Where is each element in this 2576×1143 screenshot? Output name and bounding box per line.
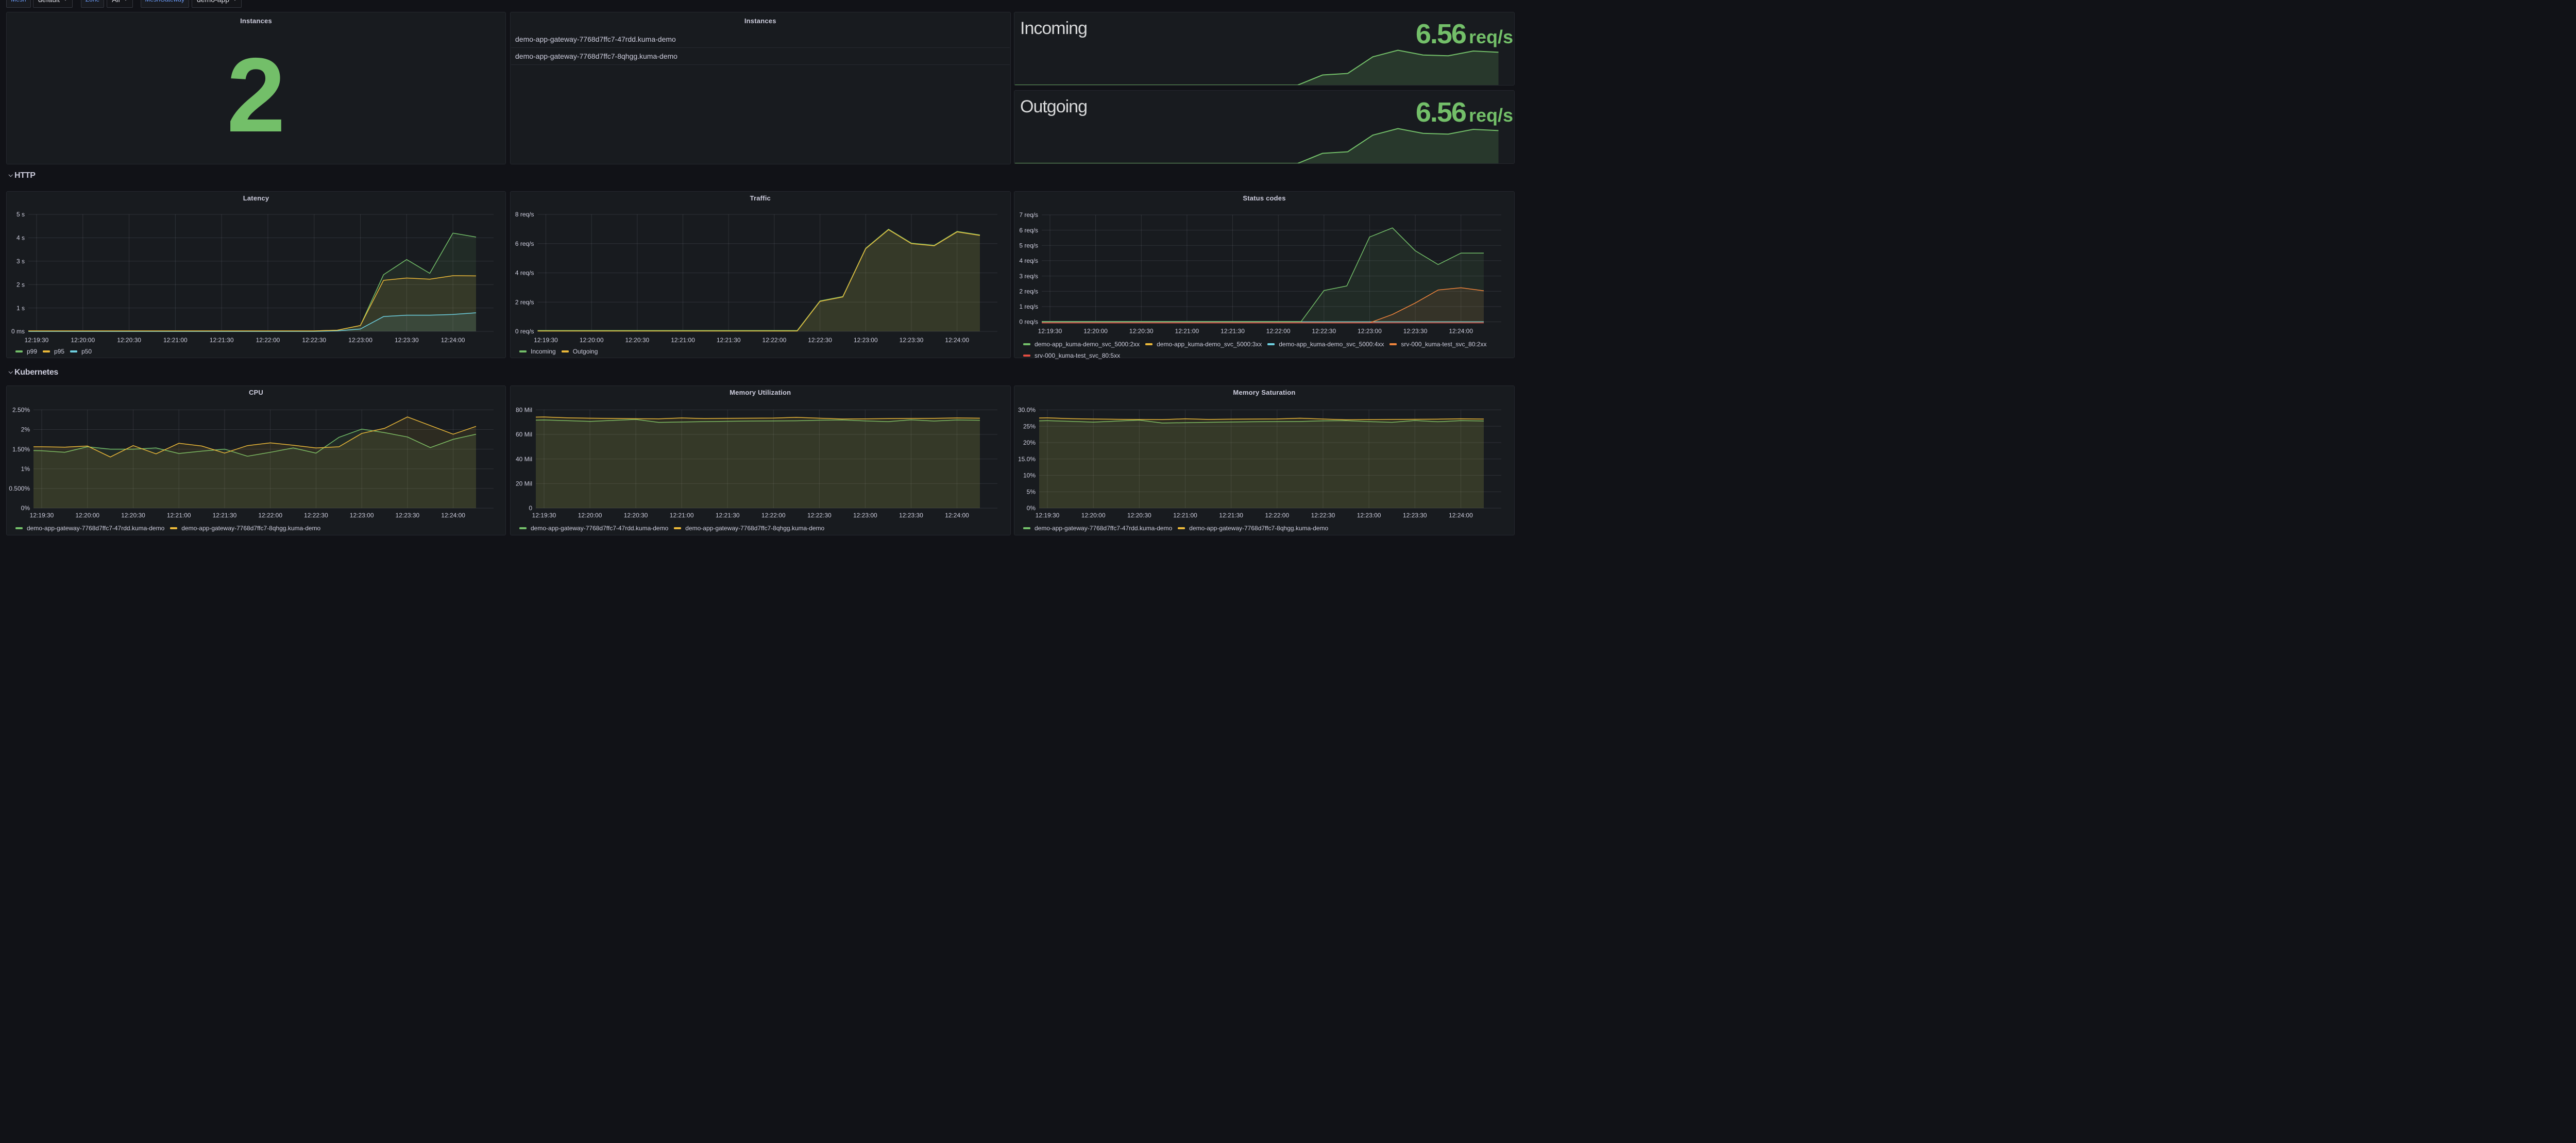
svg-text:12:24:00: 12:24:00 [1449,328,1473,335]
svg-text:12:22:30: 12:22:30 [1311,512,1335,519]
svg-text:2%: 2% [21,426,30,433]
svg-text:25%: 25% [1023,423,1036,430]
svg-text:4 req/s: 4 req/s [1019,257,1038,264]
svg-text:3 s: 3 s [16,258,25,265]
svg-text:1.50%: 1.50% [12,445,30,452]
svg-text:12:23:30: 12:23:30 [1403,328,1428,335]
svg-text:12:21:30: 12:21:30 [1219,512,1243,519]
svg-text:0 ms: 0 ms [11,328,25,335]
svg-text:12:23:30: 12:23:30 [395,337,419,344]
svg-text:12:20:00: 12:20:00 [578,512,602,519]
svg-text:12:21:00: 12:21:00 [1173,512,1197,519]
svg-text:60 Mil: 60 Mil [516,431,532,438]
svg-text:12:20:00: 12:20:00 [580,337,604,344]
svg-text:2 s: 2 s [16,281,25,288]
svg-text:12:22:00: 12:22:00 [1265,512,1289,519]
svg-text:12:24:00: 12:24:00 [945,512,969,519]
svg-text:20%: 20% [1023,439,1036,446]
svg-text:12:23:30: 12:23:30 [899,512,923,519]
svg-text:0%: 0% [21,505,30,512]
svg-text:12:20:30: 12:20:30 [1129,328,1154,335]
svg-text:12:22:30: 12:22:30 [304,512,328,519]
svg-text:12:19:30: 12:19:30 [30,512,54,519]
svg-text:12:22:30: 12:22:30 [808,337,832,344]
svg-text:15.0%: 15.0% [1018,455,1036,462]
svg-text:12:21:30: 12:21:30 [716,512,740,519]
svg-text:2 req/s: 2 req/s [515,298,534,306]
svg-text:7 req/s: 7 req/s [1019,211,1038,218]
svg-text:12:20:30: 12:20:30 [625,337,650,344]
svg-text:12:21:00: 12:21:00 [670,512,694,519]
svg-text:5 s: 5 s [16,211,25,218]
svg-text:12:22:30: 12:22:30 [302,337,326,344]
svg-text:3 req/s: 3 req/s [1019,273,1038,280]
svg-text:0%: 0% [1027,505,1036,512]
svg-text:0.500%: 0.500% [9,485,30,492]
svg-text:1 s: 1 s [16,305,25,312]
svg-text:12:20:00: 12:20:00 [1081,512,1106,519]
svg-text:12:20:30: 12:20:30 [117,337,141,344]
svg-text:20 Mil: 20 Mil [516,480,532,487]
svg-text:4 s: 4 s [16,234,25,242]
svg-text:12:24:00: 12:24:00 [1449,512,1473,519]
svg-text:12:19:30: 12:19:30 [1036,512,1060,519]
svg-text:12:23:00: 12:23:00 [350,512,374,519]
svg-text:1%: 1% [21,465,30,472]
svg-text:12:23:00: 12:23:00 [854,337,878,344]
svg-text:5%: 5% [1027,488,1036,495]
svg-text:10%: 10% [1023,472,1036,479]
svg-text:12:23:30: 12:23:30 [1403,512,1427,519]
svg-text:12:23:00: 12:23:00 [853,512,877,519]
svg-text:12:21:00: 12:21:00 [167,512,191,519]
svg-text:6 req/s: 6 req/s [1019,227,1038,234]
svg-text:12:19:30: 12:19:30 [534,337,558,344]
svg-text:12:22:00: 12:22:00 [761,512,786,519]
svg-text:40 Mil: 40 Mil [516,455,532,462]
svg-text:12:22:30: 12:22:30 [807,512,832,519]
svg-text:4 req/s: 4 req/s [515,270,534,277]
svg-text:12:23:00: 12:23:00 [348,337,372,344]
svg-text:12:19:30: 12:19:30 [532,512,556,519]
svg-text:12:20:30: 12:20:30 [121,512,145,519]
svg-text:12:24:00: 12:24:00 [441,337,465,344]
svg-text:5 req/s: 5 req/s [1019,242,1038,249]
svg-text:12:22:00: 12:22:00 [256,337,280,344]
svg-text:12:23:30: 12:23:30 [396,512,420,519]
svg-text:12:20:00: 12:20:00 [1083,328,1108,335]
svg-text:12:19:30: 12:19:30 [1038,328,1062,335]
svg-text:2 req/s: 2 req/s [1019,288,1038,295]
svg-text:12:21:30: 12:21:30 [213,512,237,519]
svg-text:12:24:00: 12:24:00 [441,512,465,519]
svg-text:12:22:00: 12:22:00 [258,512,282,519]
svg-text:12:21:30: 12:21:30 [717,337,741,344]
svg-text:2.50%: 2.50% [12,406,30,413]
svg-text:8 req/s: 8 req/s [515,211,534,218]
svg-text:12:23:00: 12:23:00 [1358,328,1382,335]
svg-text:12:22:00: 12:22:00 [762,337,787,344]
svg-text:12:22:30: 12:22:30 [1312,328,1336,335]
svg-text:12:21:30: 12:21:30 [1221,328,1245,335]
svg-text:12:21:00: 12:21:00 [163,337,188,344]
svg-text:12:20:30: 12:20:30 [624,512,648,519]
svg-text:12:20:00: 12:20:00 [75,512,99,519]
svg-text:12:21:00: 12:21:00 [671,337,695,344]
svg-text:6 req/s: 6 req/s [515,240,534,247]
svg-text:12:20:30: 12:20:30 [1127,512,1151,519]
svg-text:0 req/s: 0 req/s [1019,318,1038,326]
svg-text:1 req/s: 1 req/s [1019,303,1038,310]
svg-text:12:21:30: 12:21:30 [210,337,234,344]
svg-text:80 Mil: 80 Mil [516,406,532,413]
svg-text:0 req/s: 0 req/s [515,328,534,335]
svg-text:12:24:00: 12:24:00 [945,337,969,344]
svg-text:12:23:30: 12:23:30 [900,337,924,344]
svg-text:12:19:30: 12:19:30 [25,337,49,344]
svg-text:0: 0 [529,505,532,512]
svg-text:30.0%: 30.0% [1018,406,1036,413]
svg-text:12:23:00: 12:23:00 [1357,512,1381,519]
svg-text:12:21:00: 12:21:00 [1175,328,1199,335]
svg-text:12:20:00: 12:20:00 [71,337,95,344]
svg-text:12:22:00: 12:22:00 [1266,328,1291,335]
